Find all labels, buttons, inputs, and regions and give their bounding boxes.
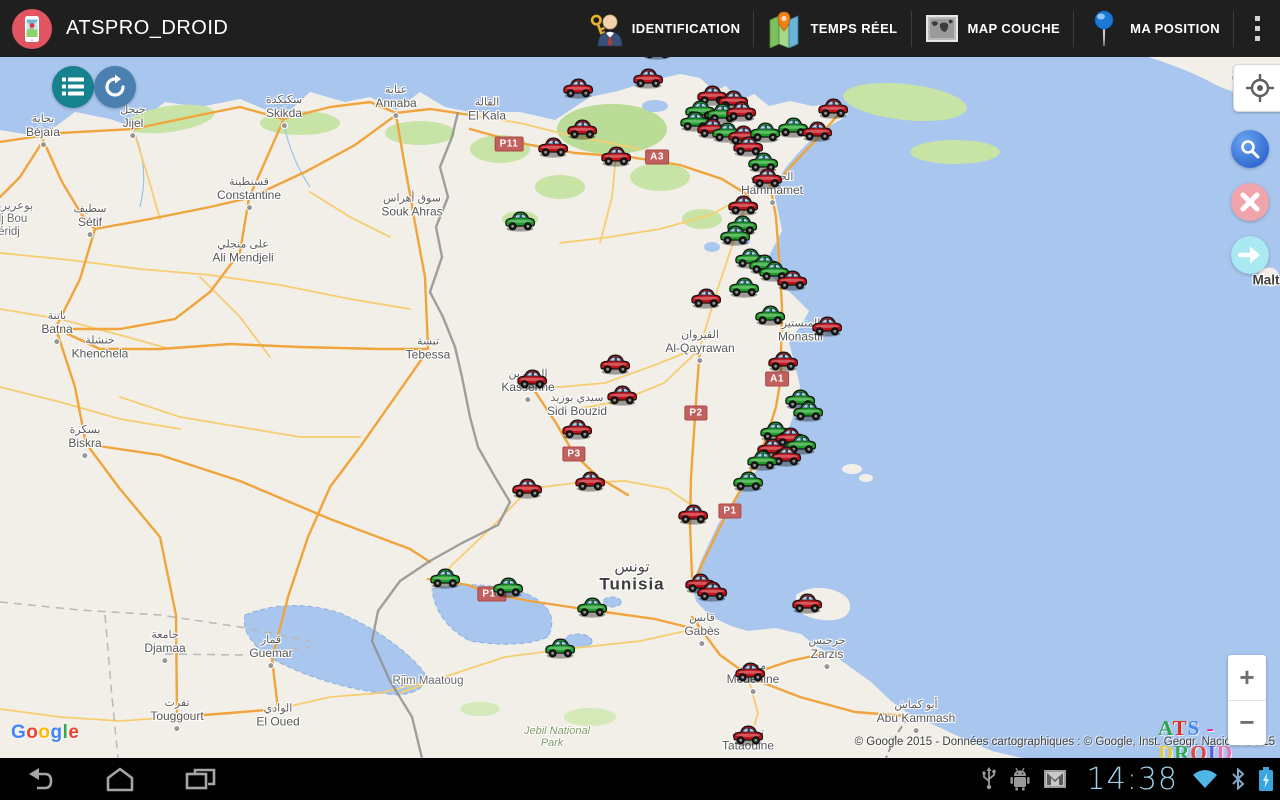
my-location-button[interactable] xyxy=(1233,64,1280,112)
app-title: ATSPRO_DROID xyxy=(66,17,228,40)
google-logo-letter: o xyxy=(26,722,38,743)
back-button[interactable] xyxy=(0,758,80,800)
zoom-in-button[interactable]: + xyxy=(1228,655,1266,700)
gmail-notification-icon xyxy=(1043,769,1067,789)
watermark-letter: - xyxy=(1200,716,1214,740)
action-bar: ATSPRO_DROID IDENTIFICATION xyxy=(0,0,1280,57)
watermark-letter: A xyxy=(1158,716,1173,740)
watermark-letter: S xyxy=(1188,716,1201,740)
usb-status-icon xyxy=(981,767,997,791)
arrow-right-icon xyxy=(1238,243,1262,267)
vehicle-marker-green[interactable] xyxy=(506,212,535,231)
vehicle-marker-red[interactable] xyxy=(564,79,593,98)
vehicle-marker-red[interactable] xyxy=(634,69,663,88)
overflow-dot xyxy=(1255,16,1260,21)
vehicle-marker-green[interactable] xyxy=(756,306,785,325)
usb-debugging-icon xyxy=(1009,767,1031,791)
home-button[interactable] xyxy=(80,758,160,800)
system-navigation-bar: 14:38 xyxy=(0,758,1280,800)
vehicle-marker-green[interactable] xyxy=(578,598,607,617)
vehicle-marker-red[interactable] xyxy=(576,472,605,491)
vehicle-marker-green[interactable] xyxy=(494,578,523,597)
vehicle-marker-red[interactable] xyxy=(602,147,631,166)
overflow-dot xyxy=(1255,36,1260,41)
back-icon xyxy=(24,766,56,792)
watermark-letter: T xyxy=(1173,716,1188,740)
screen: بجايةBéjaïaجيجلJijelسكيكدةSkikdaعنابةAnn… xyxy=(0,0,1280,800)
action-ma-position[interactable]: MA POSITION xyxy=(1074,0,1233,57)
vehicle-marker-red[interactable] xyxy=(608,386,637,405)
vehicle-marker-green[interactable] xyxy=(431,569,460,588)
vehicle-marker-red[interactable] xyxy=(679,505,708,524)
recents-button[interactable] xyxy=(160,758,240,800)
close-icon xyxy=(1239,191,1261,213)
search-icon xyxy=(1238,137,1262,161)
vehicle-marker-red[interactable] xyxy=(513,479,542,498)
compass-icon xyxy=(1245,73,1275,103)
vehicle-marker-red[interactable] xyxy=(734,726,763,745)
map-layer-icon xyxy=(925,10,959,48)
ma-position-label: MA POSITION xyxy=(1130,21,1220,36)
position-pin-icon xyxy=(1087,10,1121,48)
overflow-menu-button[interactable] xyxy=(1234,0,1280,57)
vehicle-marker-red[interactable] xyxy=(793,594,822,613)
vehicle-marker-green[interactable] xyxy=(734,472,763,491)
status-clock: 14:38 xyxy=(1087,762,1178,797)
google-logo-letter: o xyxy=(38,722,50,743)
temps-reel-label: TEMPS RÉEL xyxy=(810,21,897,36)
overflow-dot xyxy=(1255,26,1260,31)
google-logo-letter: e xyxy=(68,722,79,743)
vehicle-marker-red[interactable] xyxy=(813,317,842,336)
google-logo: Google xyxy=(11,722,79,744)
vehicle-markers-layer xyxy=(0,0,1280,800)
map-couche-label: MAP COUCHE xyxy=(968,21,1061,36)
refresh-icon xyxy=(102,74,128,100)
home-icon xyxy=(104,766,136,792)
vehicle-marker-red[interactable] xyxy=(736,663,765,682)
battery-status-icon xyxy=(1258,766,1274,792)
next-arrow-button[interactable] xyxy=(1231,236,1269,274)
list-icon xyxy=(61,76,85,98)
action-map-couche[interactable]: MAP COUCHE xyxy=(912,0,1074,57)
vehicle-marker-red[interactable] xyxy=(539,138,568,157)
action-identification[interactable]: IDENTIFICATION xyxy=(576,0,754,57)
identification-label: IDENTIFICATION xyxy=(632,21,741,36)
app-icon[interactable] xyxy=(12,9,52,49)
vehicle-marker-green[interactable] xyxy=(730,278,759,297)
vehicle-marker-red[interactable] xyxy=(692,289,721,308)
vehicle-marker-red[interactable] xyxy=(568,120,597,139)
search-button[interactable] xyxy=(1231,130,1269,168)
google-logo-letter: G xyxy=(11,722,26,743)
vehicle-marker-green[interactable] xyxy=(546,639,575,658)
vehicle-marker-red[interactable] xyxy=(563,420,592,439)
vehicle-marker-red[interactable] xyxy=(729,196,758,215)
identification-icon xyxy=(589,10,623,48)
recents-icon xyxy=(183,766,217,792)
vehicle-list-button[interactable] xyxy=(52,66,94,108)
vehicle-marker-red[interactable] xyxy=(601,355,630,374)
wifi-status-icon xyxy=(1192,768,1218,790)
vehicle-marker-red[interactable] xyxy=(819,99,848,118)
close-button[interactable] xyxy=(1231,183,1269,221)
realtime-map-icon xyxy=(767,10,801,48)
vehicle-marker-red[interactable] xyxy=(803,122,832,141)
refresh-button[interactable] xyxy=(94,66,136,108)
vehicle-marker-red[interactable] xyxy=(769,352,798,371)
bluetooth-status-icon xyxy=(1230,768,1246,790)
google-logo-letter: g xyxy=(51,722,63,743)
action-temps-reel[interactable]: TEMPS RÉEL xyxy=(754,0,910,57)
vehicle-marker-red[interactable] xyxy=(518,370,547,389)
